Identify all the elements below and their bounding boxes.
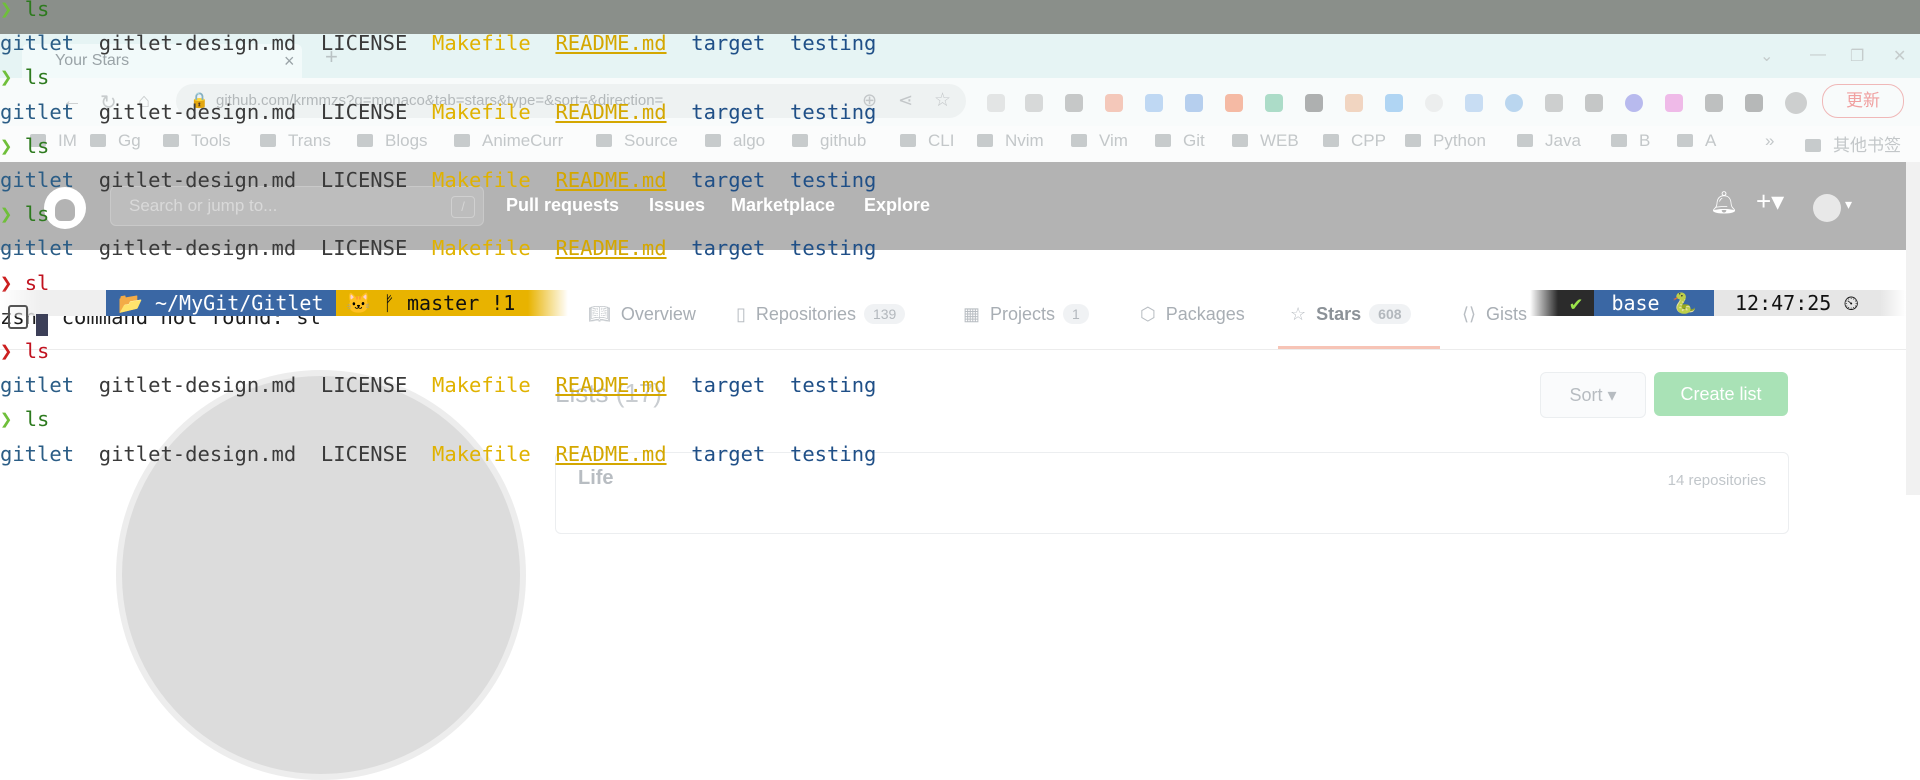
file-entry: gitlet-design.md xyxy=(98,168,297,192)
file-entry: LICENSE xyxy=(320,31,408,56)
file-entry: testing xyxy=(789,236,877,261)
powerline-fade xyxy=(1880,290,1906,316)
file-entry: gitlet xyxy=(0,99,75,124)
file-entry: testing xyxy=(789,168,877,192)
clock-time: 12:47:25 ⏲ xyxy=(1714,290,1880,316)
file-entry: README.md xyxy=(555,236,667,261)
file-entry: Makefile xyxy=(432,441,531,466)
command-text: ls xyxy=(24,65,50,90)
file-entry: gitlet-design.md xyxy=(98,373,297,398)
command-text: ls xyxy=(24,407,50,432)
file-entry: LICENSE xyxy=(320,99,408,124)
ls-output-line: gitlet gitlet-design.md LICENSE Makefile… xyxy=(0,364,876,406)
command-text: ls xyxy=(24,339,50,363)
file-entry: Makefile xyxy=(432,99,531,124)
file-entry: gitlet-design.md xyxy=(98,441,297,466)
conda-env: base 🐍 xyxy=(1594,290,1714,316)
input-mode-indicator xyxy=(8,305,28,329)
exit-status-ok: ✔ xyxy=(1558,290,1594,316)
ls-output-line: gitlet gitlet-design.md LICENSE Makefile… xyxy=(0,159,876,201)
file-entry: gitlet-design.md xyxy=(98,236,297,261)
terminal-cursor xyxy=(36,314,48,336)
file-entry: README.md xyxy=(555,441,667,466)
powerline-fade xyxy=(1530,290,1558,316)
prompt-chevron-icon: ❯ xyxy=(0,202,13,227)
file-entry: Makefile xyxy=(432,31,531,56)
file-entry: Makefile xyxy=(432,236,531,261)
file-entry: gitlet xyxy=(0,373,75,398)
file-entry: target xyxy=(691,373,766,398)
file-entry: target xyxy=(691,168,766,192)
ls-output-line: gitlet gitlet-design.md LICENSE Makefile… xyxy=(0,22,876,64)
terminal-window[interactable]: ❯ ls gitlet gitlet-design.md LICENSE Make… xyxy=(0,0,1920,495)
file-entry: LICENSE xyxy=(320,441,408,466)
file-entry: gitlet xyxy=(0,31,75,56)
command-text: ls xyxy=(24,202,50,227)
ls-output-line: gitlet gitlet-design.md LICENSE Makefile… xyxy=(0,91,876,133)
powerline-fade xyxy=(528,290,568,316)
prompt-chevron-icon: ❯ xyxy=(0,133,13,158)
os-icon xyxy=(40,290,106,316)
file-entry: gitlet xyxy=(0,168,75,192)
file-entry: LICENSE xyxy=(320,373,408,398)
file-entry: gitlet xyxy=(0,441,75,466)
command-text: ls xyxy=(24,133,50,158)
file-entry: README.md xyxy=(555,373,667,398)
file-entry: README.md xyxy=(555,99,667,124)
file-entry: README.md xyxy=(555,168,667,192)
file-entry: target xyxy=(691,99,766,124)
file-entry: gitlet-design.md xyxy=(98,31,297,56)
file-entry: testing xyxy=(789,31,877,56)
file-entry: testing xyxy=(789,441,877,466)
prompt-chevron-icon: ❯ xyxy=(0,65,13,90)
file-entry: testing xyxy=(789,373,877,398)
git-branch-status: 🐱 ᚠ master !1 xyxy=(336,290,528,316)
file-entry: target xyxy=(691,236,766,261)
file-entry: LICENSE xyxy=(320,168,408,192)
current-directory: 📂 ~/MyGit/Gitlet xyxy=(106,290,336,316)
ls-output-line: gitlet gitlet-design.md LICENSE Makefile… xyxy=(0,433,876,475)
file-entry: Makefile xyxy=(432,168,531,192)
file-entry: gitlet xyxy=(0,236,75,261)
file-entry: target xyxy=(691,441,766,466)
file-entry: gitlet-design.md xyxy=(98,99,297,124)
prompt-chevron-icon: ❯ xyxy=(0,0,13,21)
file-entry: LICENSE xyxy=(320,236,408,261)
prompt-chevron-icon: ❯ xyxy=(0,407,13,432)
file-entry: target xyxy=(691,31,766,56)
command-text: ls xyxy=(24,0,50,21)
file-entry: README.md xyxy=(555,31,667,56)
ls-output-line: gitlet gitlet-design.md LICENSE Makefile… xyxy=(0,227,876,269)
prompt-chevron-icon: ❯ xyxy=(0,339,13,363)
file-entry: Makefile xyxy=(432,373,531,398)
file-entry: testing xyxy=(789,99,877,124)
